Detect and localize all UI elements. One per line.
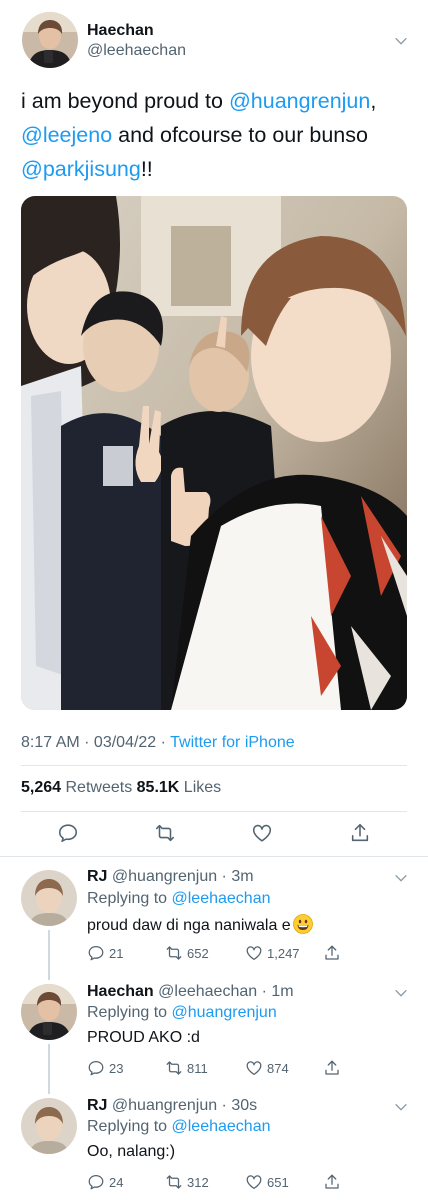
avatar-image [21,984,77,1040]
reply-header: RJ @huangrenjun · 3m [87,868,254,886]
reply-author-name[interactable]: RJ [87,868,107,885]
share-button[interactable] [323,943,345,963]
share-icon[interactable] [349,822,371,844]
grinning-face-icon [292,914,313,934]
avatar[interactable] [21,1098,77,1154]
reply-header: Haechan @leehaechan · 1m [87,983,294,1001]
avatar-image [22,12,78,68]
reply-header: RJ @huangrenjun · 30s [87,1097,257,1115]
likes-stat[interactable]: 85.1K Likes [137,779,222,796]
share-icon [323,944,341,962]
like-icon[interactable] [251,822,273,844]
like-icon [245,944,263,962]
replying-to: Replying to @huangrenjun [87,1004,277,1021]
author-name[interactable]: Haechan [87,22,154,40]
reply-count[interactable]: 21 [87,943,123,963]
mention-link[interactable]: @leejeno [21,123,112,147]
reply-author-name[interactable]: Haechan [87,983,154,1000]
tweet-stats: 5,264 Retweets 85.1K Likes [21,779,221,797]
thread-line [48,1044,50,1094]
retweet-icon [165,944,183,962]
divider [0,856,428,857]
retweet-count[interactable]: 811 [165,1058,208,1078]
chevron-down-icon[interactable] [393,1099,409,1115]
like-count[interactable]: 874 [245,1058,289,1078]
avatar[interactable] [22,12,78,68]
reply-icon [87,1173,105,1191]
reply-text: proud daw di nga naniwala e [87,914,313,935]
reply-text: PROUD AKO :d [87,1029,200,1046]
divider [21,765,407,766]
retweets-stat[interactable]: 5,264 Retweets [21,779,137,796]
divider [21,811,407,812]
reply-author-handle[interactable]: @huangrenjun · 30s [107,1097,257,1114]
mention-link[interactable]: @parkjisung [21,157,141,181]
reply-author-handle[interactable]: @huangrenjun · 3m [107,868,254,885]
avatar-image [21,1098,77,1154]
replying-to: Replying to @leehaechan [87,1118,271,1135]
reply-author-handle[interactable]: @leehaechan · 1m [154,983,293,1000]
like-icon [245,1173,263,1191]
avatar[interactable] [21,984,77,1040]
retweet-icon[interactable] [154,822,176,844]
like-icon [245,1059,263,1077]
share-icon [323,1173,341,1191]
photo-image [21,196,407,710]
mention-link[interactable]: @huangrenjun [229,89,370,113]
chevron-down-icon[interactable] [393,33,409,49]
author-handle[interactable]: @leehaechan [87,42,186,60]
retweet-count[interactable]: 312 [165,1172,209,1192]
reply-author-name[interactable]: RJ [87,1097,107,1114]
reply-count[interactable]: 23 [87,1058,123,1078]
reply-count[interactable]: 24 [87,1172,123,1192]
like-count[interactable]: 651 [245,1172,289,1192]
retweet-icon [165,1173,183,1191]
retweet-count[interactable]: 652 [165,943,209,963]
chevron-down-icon[interactable] [393,870,409,886]
replying-to: Replying to @leehaechan [87,890,271,907]
thread-line [48,930,50,980]
retweet-icon [165,1059,183,1077]
avatar-image [21,870,77,926]
share-button[interactable] [323,1172,345,1192]
like-count[interactable]: 1,247 [245,943,300,963]
share-button[interactable] [323,1058,345,1078]
tweet-meta: 8:17 AM · 03/04/22 · Twitter for iPhone [21,734,295,752]
mention-link[interactable]: @huangrenjun [172,1004,277,1021]
reply-icon [87,944,105,962]
reply-text: Oo, nalang:) [87,1143,176,1160]
tweet-source[interactable]: Twitter for iPhone [170,734,295,751]
reply-icon[interactable] [57,822,79,844]
share-icon [323,1059,341,1077]
tweet-timestamp[interactable]: 8:17 AM · 03/04/22 · [21,734,170,751]
avatar[interactable] [21,870,77,926]
tweet-photo[interactable] [21,196,407,710]
mention-link[interactable]: @leehaechan [172,890,271,907]
mention-link[interactable]: @leehaechan [172,1118,271,1135]
chevron-down-icon[interactable] [393,985,409,1001]
tweet-text: i am beyond proud to @huangrenjun, @leej… [21,89,377,181]
reply-icon [87,1059,105,1077]
